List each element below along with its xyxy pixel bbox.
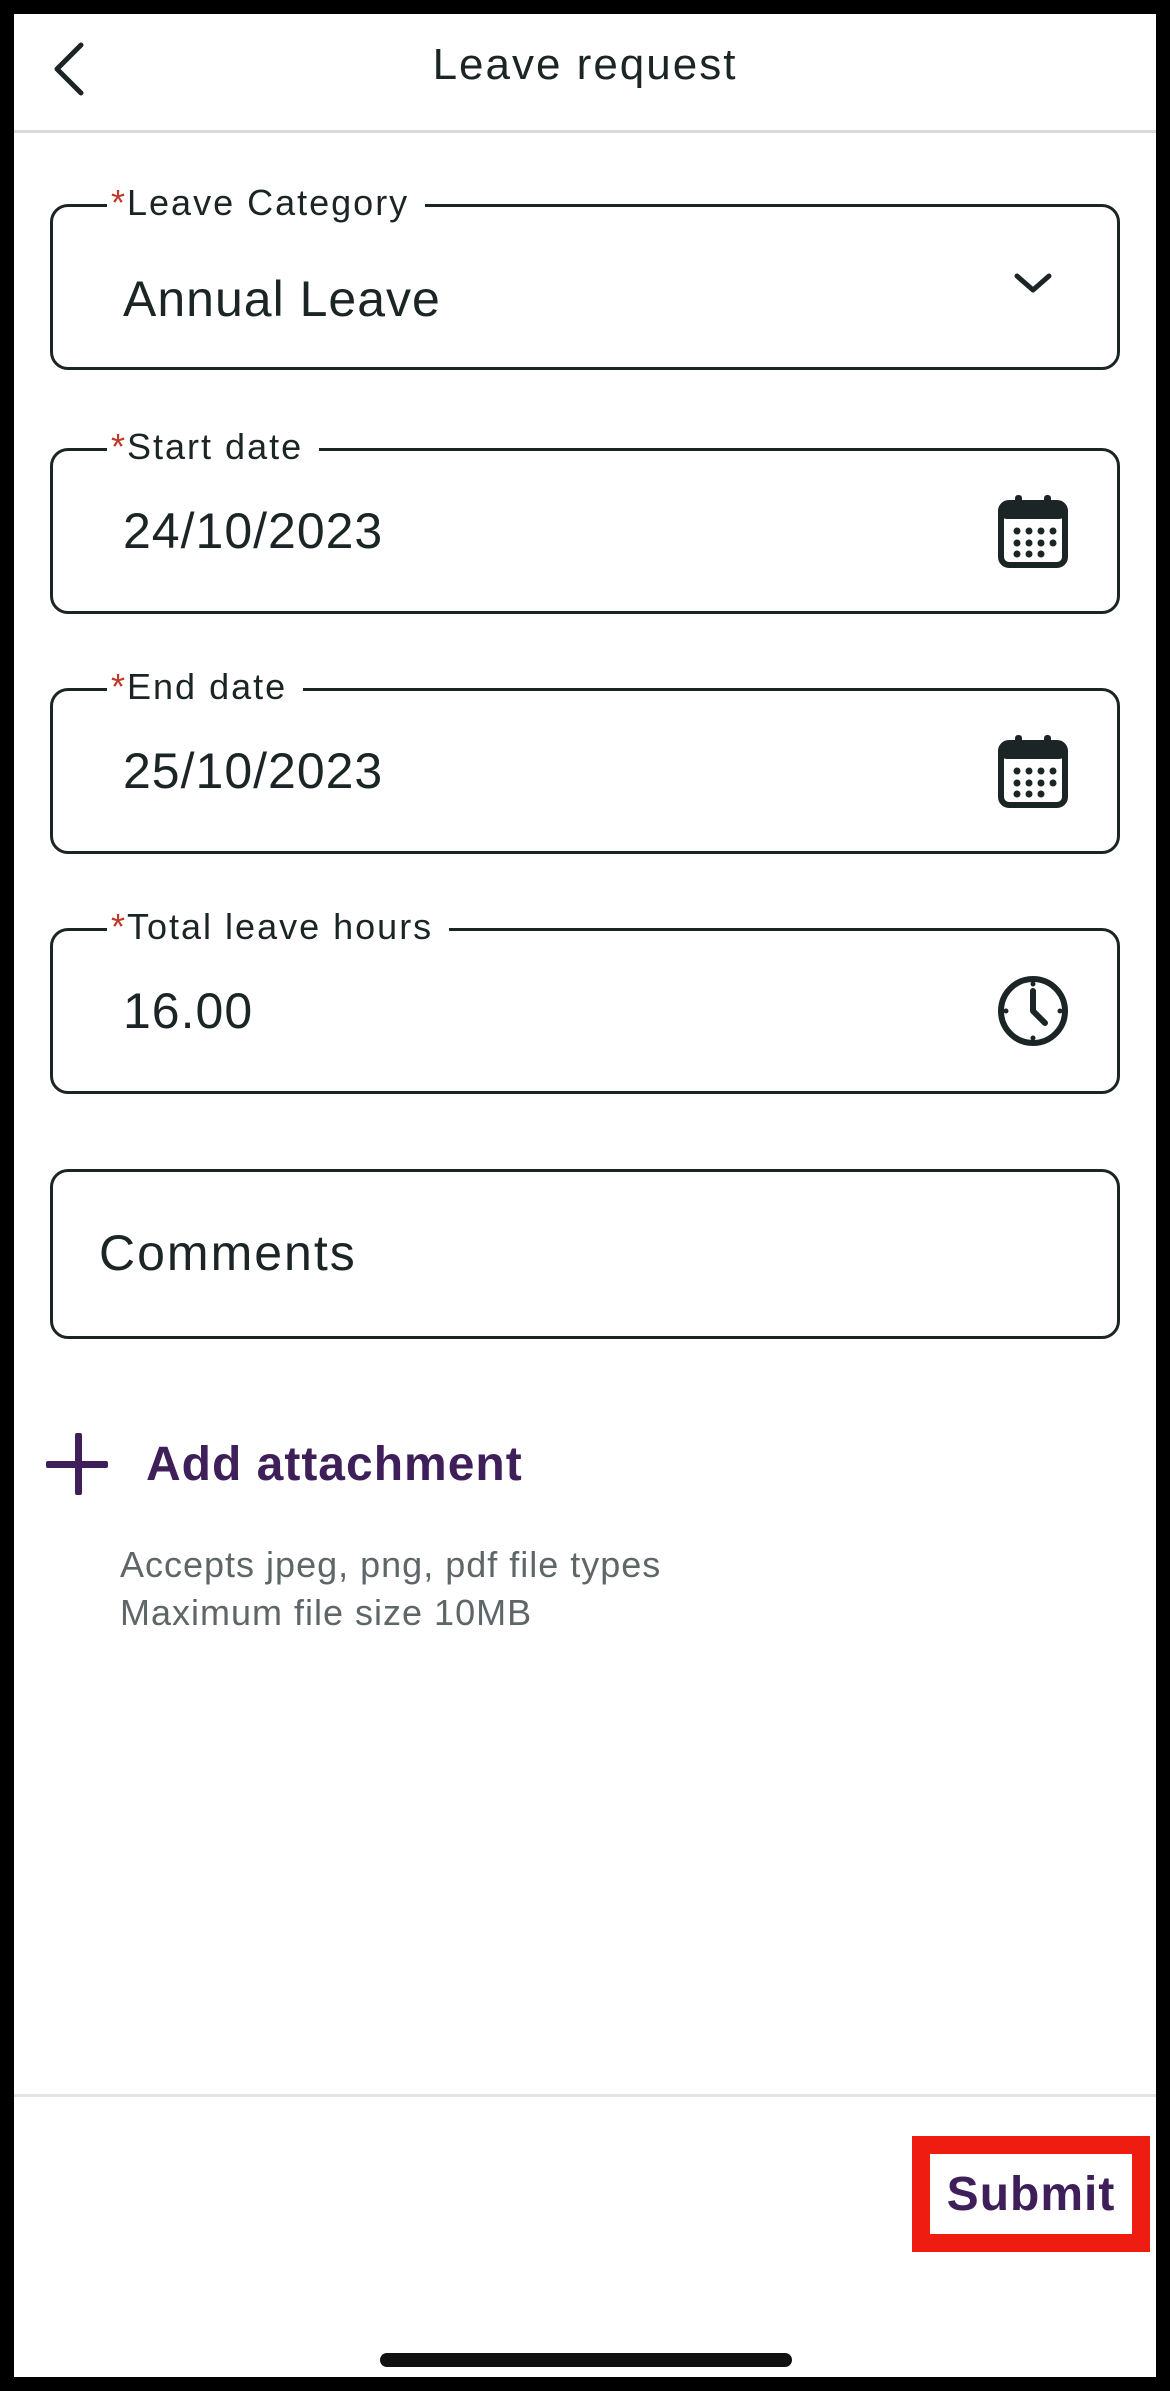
comments-input[interactable]: Comments (50, 1169, 1120, 1339)
end-date-field[interactable]: *End date 25/10/2023 (50, 665, 1120, 854)
attachment-size-hint: Maximum file size 10MB (120, 1592, 533, 1633)
footer-divider (14, 2094, 1156, 2097)
leave-category-select[interactable]: *Leave Category Annual Leave (50, 181, 1120, 370)
total-leave-hours-value: 16.00 (123, 983, 254, 1039)
end-date-value: 25/10/2023 (123, 743, 384, 799)
leave-category-label-text: Leave Category (127, 182, 410, 223)
header-bar: Leave request (14, 14, 1156, 133)
total-leave-hours-field[interactable]: *Total leave hours 16.00 (50, 905, 1120, 1094)
required-marker: * (111, 666, 128, 707)
start-date-value: 24/10/2023 (123, 503, 384, 559)
required-marker: * (111, 426, 128, 467)
end-date-label-text: End date (127, 666, 288, 707)
total-leave-hours-label: *Total leave hours (107, 905, 450, 949)
end-date-label: *End date (107, 665, 304, 709)
chevron-down-icon[interactable] (993, 243, 1073, 323)
calendar-icon[interactable] (993, 491, 1073, 571)
leave-category-value: Annual Leave (123, 271, 441, 327)
submit-button[interactable]: Submit (930, 2154, 1132, 2234)
page-title: Leave request (432, 40, 738, 89)
plus-icon (42, 1429, 112, 1499)
required-marker: * (111, 182, 128, 223)
add-attachment-button[interactable]: Add attachment (42, 1424, 523, 1504)
attachment-types-hint: Accepts jpeg, png, pdf file types (120, 1544, 662, 1585)
home-indicator (380, 2353, 792, 2367)
start-date-label: *Start date (107, 425, 320, 469)
leave-category-label: *Leave Category (107, 181, 426, 225)
comments-placeholder: Comments (99, 1225, 357, 1281)
total-leave-hours-label-text: Total leave hours (127, 906, 434, 947)
start-date-label-text: Start date (127, 426, 304, 467)
add-attachment-label: Add attachment (146, 1437, 523, 1491)
start-date-field[interactable]: *Start date 24/10/2023 (50, 425, 1120, 614)
clock-icon[interactable] (993, 971, 1073, 1051)
screen: Leave request *Leave Category Annual Lea… (14, 14, 1156, 2377)
calendar-icon[interactable] (993, 731, 1073, 811)
required-marker: * (111, 906, 128, 947)
